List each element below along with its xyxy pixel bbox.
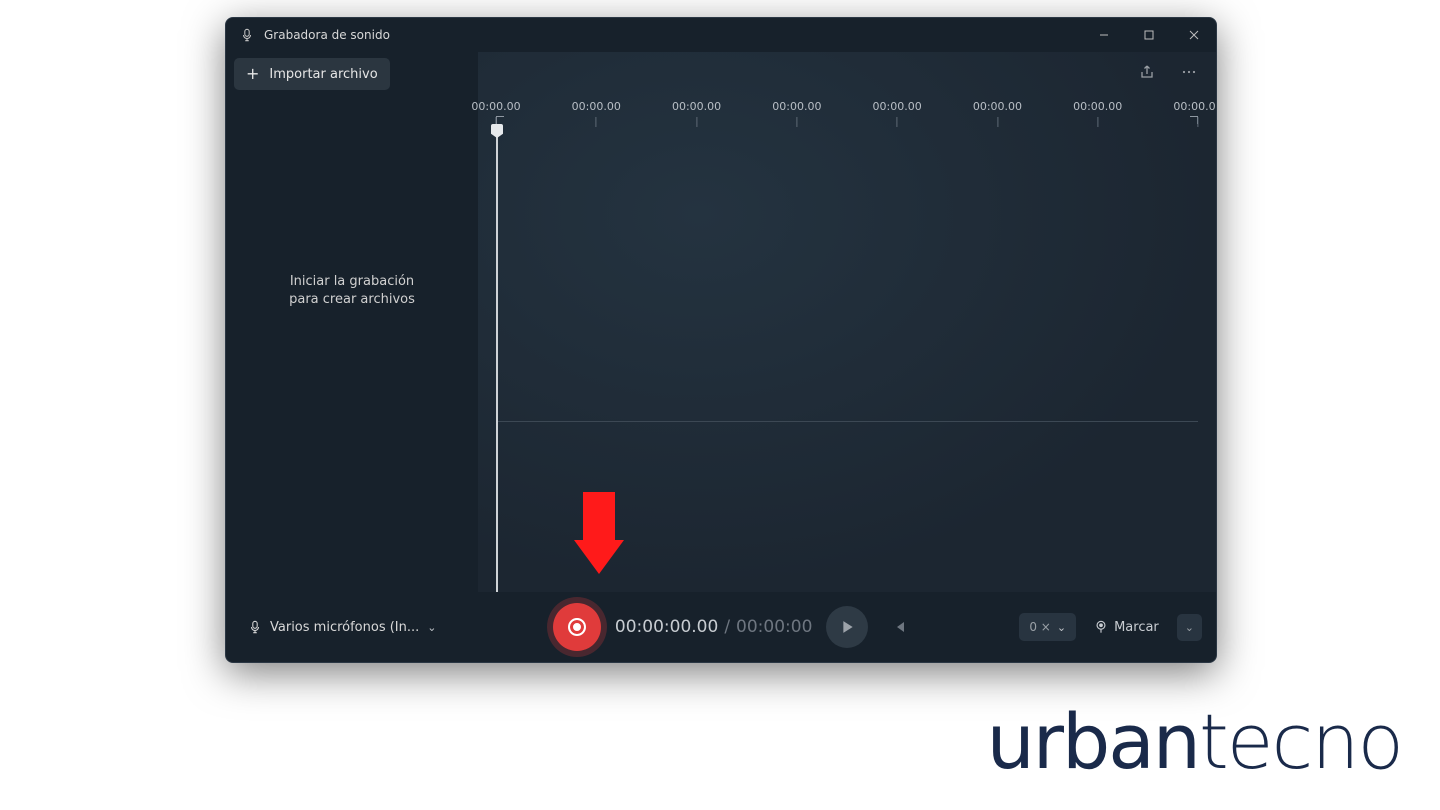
sidebar-empty-state: Iniciar la grabación para crear archivos (234, 17, 470, 586)
ruler-tick-label: 00:00.00 (973, 100, 1022, 113)
chevron-down-icon: ⌄ (1057, 621, 1066, 634)
chevron-down-icon: ⌄ (427, 621, 436, 634)
main-area: 00:00.00 00:00.00 00:00.00 00:00.00 00:00.00… (478, 52, 1216, 592)
play-button[interactable] (826, 606, 868, 648)
ruler-tick: 00:00.00 (672, 100, 721, 127)
right-controls: 0 × ⌄ Marcar ⌄ (1019, 613, 1202, 642)
ruler-tick-label: 00:00.00 (471, 100, 520, 113)
skip-back-button[interactable] (882, 610, 916, 644)
timeline-ruler[interactable]: 00:00.00 00:00.00 00:00.00 00:00.00 00:00.00… (478, 92, 1216, 142)
ruler-tick: 00:00.00 (1173, 100, 1217, 127)
ruler-tick-label: 00:00.00 (873, 100, 922, 113)
record-icon (568, 618, 586, 636)
ruler-tick-label: 00:00.00 (1073, 100, 1122, 113)
waveform-area[interactable] (496, 142, 1198, 592)
microphone-icon (248, 620, 262, 634)
marker-button[interactable]: Marcar (1084, 613, 1169, 642)
ruler-tick-label: 00:00.00 (772, 100, 821, 113)
microphone-label: Varios micrófonos (In... (270, 620, 419, 635)
close-button[interactable] (1171, 18, 1216, 52)
marker-label: Marcar (1114, 620, 1159, 635)
ruler-tick: 00:00.00 (873, 100, 922, 127)
speed-selector[interactable]: 0 × ⌄ (1019, 613, 1076, 641)
speed-label: 0 × (1029, 620, 1051, 634)
main-toolbar (478, 52, 1216, 92)
ruler-tick-label: 00:00.00 (672, 100, 721, 113)
annotation-arrow (574, 492, 624, 580)
playhead[interactable] (496, 128, 498, 592)
maximize-button[interactable] (1126, 18, 1171, 52)
time-current: 00:00:00.00 (615, 617, 718, 637)
ruler-tick: 00:00.00 (973, 100, 1022, 127)
skip-back-icon (892, 620, 906, 634)
ruler-tick: 00:00.00 (1073, 100, 1122, 127)
time-total: 00:00:00 (736, 617, 812, 637)
time-display: 00:00:00.00 / 00:00:00 (615, 617, 812, 637)
more-button[interactable] (1172, 55, 1206, 89)
play-icon (841, 620, 855, 634)
bottom-bar: Varios micrófonos (In... ⌄ 00:00:00.00 /… (226, 592, 1216, 662)
minimize-button[interactable] (1081, 18, 1126, 52)
marker-options-button[interactable]: ⌄ (1177, 614, 1202, 641)
watermark: urbantecno (987, 704, 1402, 780)
ruler-tick-label: 00:00.00 (1173, 100, 1217, 113)
waveform-baseline (496, 421, 1198, 422)
ruler-tick: 00:00.00 (572, 100, 621, 127)
share-button[interactable] (1130, 55, 1164, 89)
record-button[interactable] (553, 603, 601, 651)
chevron-down-icon: ⌄ (1185, 621, 1194, 634)
marker-icon (1094, 620, 1108, 634)
app-window: Grabadora de sonido + Importar archivo I (225, 17, 1217, 663)
sidebar: + Importar archivo Iniciar la grabación … (226, 52, 478, 592)
microphone-selector[interactable]: Varios micrófonos (In... ⌄ (240, 614, 450, 641)
playback-controls: 00:00:00.00 / 00:00:00 (460, 603, 1009, 651)
window-body: + Importar archivo Iniciar la grabación … (226, 52, 1216, 592)
ruler-tick: 00:00.00 (772, 100, 821, 127)
ruler-tick-label: 00:00.00 (572, 100, 621, 113)
ruler-tick: 00:00.00 (471, 100, 520, 127)
